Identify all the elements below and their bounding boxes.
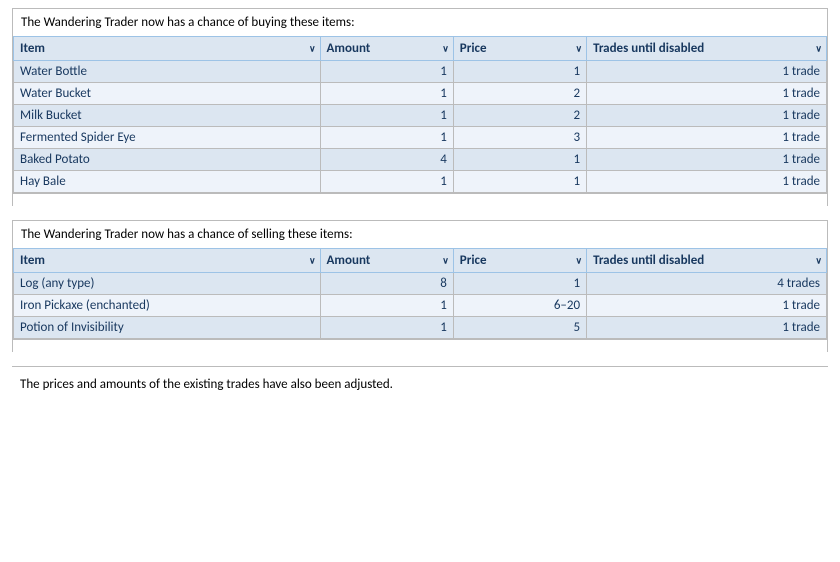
buying-table-row: Fermented Spider Eye 1 3 1 trade: [14, 127, 827, 149]
buying-item-cell: Hay Bale: [14, 171, 321, 193]
selling-item-cell: Potion of Invisibility: [14, 317, 321, 339]
selling-table: Item ∨ Amount ∨ Price ∨ Trades until d: [13, 248, 827, 339]
buying-col-price-label: Price: [460, 41, 487, 56]
selling-trades-cell: 1 trade: [587, 317, 827, 339]
selling-amount-cell: 8: [320, 273, 453, 295]
buying-item-cell: Fermented Spider Eye: [14, 127, 321, 149]
selling-col-price-label: Price: [460, 253, 487, 268]
buying-col-trades-sort-icon[interactable]: ∨: [815, 43, 822, 54]
buying-price-cell: 3: [453, 127, 586, 149]
selling-col-amount-sort-icon[interactable]: ∨: [442, 255, 449, 266]
buying-item-cell: Baked Potato: [14, 149, 321, 171]
buying-table-row: Water Bucket 1 2 1 trade: [14, 83, 827, 105]
buying-col-item-label: Item: [20, 41, 45, 56]
selling-trades-cell: 4 trades: [587, 273, 827, 295]
selling-col-trades-sort-icon[interactable]: ∨: [815, 255, 822, 266]
buying-amount-cell: 1: [320, 83, 453, 105]
buying-price-cell: 2: [453, 83, 586, 105]
buying-price-cell: 1: [453, 171, 586, 193]
selling-col-item[interactable]: Item ∨: [14, 249, 321, 273]
buying-col-amount-sort-icon[interactable]: ∨: [442, 43, 449, 54]
buying-table-row: Hay Bale 1 1 1 trade: [14, 171, 827, 193]
buying-col-price[interactable]: Price ∨: [453, 37, 586, 61]
selling-section-header: The Wandering Trader now has a chance of…: [12, 220, 828, 248]
selling-table-row: Iron Pickaxe (enchanted) 1 6–20 1 trade: [14, 295, 827, 317]
buying-amount-cell: 1: [320, 61, 453, 83]
buying-col-trades-label: Trades until disabled: [593, 41, 704, 56]
buying-col-price-sort-icon[interactable]: ∨: [575, 43, 582, 54]
buying-table-row: Water Bottle 1 1 1 trade: [14, 61, 827, 83]
buying-amount-cell: 1: [320, 105, 453, 127]
selling-col-price-sort-icon[interactable]: ∨: [575, 255, 582, 266]
buying-item-cell: Milk Bucket: [14, 105, 321, 127]
selling-item-cell: Log (any type): [14, 273, 321, 295]
buying-price-cell: 2: [453, 105, 586, 127]
buying-amount-cell: 4: [320, 149, 453, 171]
buying-trades-cell: 1 trade: [587, 149, 827, 171]
buying-price-cell: 1: [453, 149, 586, 171]
buying-trades-cell: 1 trade: [587, 83, 827, 105]
buying-amount-cell: 1: [320, 127, 453, 149]
selling-col-trades-label: Trades until disabled: [593, 253, 704, 268]
selling-col-item-sort-icon[interactable]: ∨: [309, 255, 316, 266]
buying-item-cell: Water Bucket: [14, 83, 321, 105]
buying-trades-cell: 1 trade: [587, 105, 827, 127]
buying-table: Item ∨ Amount ∨ Price ∨ Trades until d: [13, 36, 827, 193]
buying-amount-cell: 1: [320, 171, 453, 193]
selling-price-cell: 6–20: [453, 295, 586, 317]
selling-col-amount[interactable]: Amount ∨: [320, 249, 453, 273]
selling-col-amount-label: Amount: [327, 253, 371, 268]
selling-price-cell: 5: [453, 317, 586, 339]
buying-price-cell: 1: [453, 61, 586, 83]
buying-col-trades[interactable]: Trades until disabled ∨: [587, 37, 827, 61]
buying-table-row: Milk Bucket 1 2 1 trade: [14, 105, 827, 127]
selling-col-price[interactable]: Price ∨: [453, 249, 586, 273]
selling-col-trades[interactable]: Trades until disabled ∨: [587, 249, 827, 273]
buying-col-amount-label: Amount: [327, 41, 371, 56]
selling-trades-cell: 1 trade: [587, 295, 827, 317]
buying-col-item[interactable]: Item ∨: [14, 37, 321, 61]
buying-section-header: The Wandering Trader now has a chance of…: [12, 8, 828, 36]
selling-table-row: Log (any type) 8 1 4 trades: [14, 273, 827, 295]
selling-price-cell: 1: [453, 273, 586, 295]
buying-col-amount[interactable]: Amount ∨: [320, 37, 453, 61]
buying-table-row: Baked Potato 4 1 1 trade: [14, 149, 827, 171]
selling-col-item-label: Item: [20, 253, 45, 268]
buying-trades-cell: 1 trade: [587, 61, 827, 83]
selling-table-row: Potion of Invisibility 1 5 1 trade: [14, 317, 827, 339]
selling-amount-cell: 1: [320, 295, 453, 317]
buying-col-item-sort-icon[interactable]: ∨: [309, 43, 316, 54]
selling-item-cell: Iron Pickaxe (enchanted): [14, 295, 321, 317]
selling-amount-cell: 1: [320, 317, 453, 339]
footer-text: The prices and amounts of the existing t…: [12, 366, 828, 398]
buying-trades-cell: 1 trade: [587, 171, 827, 193]
buying-trades-cell: 1 trade: [587, 127, 827, 149]
buying-item-cell: Water Bottle: [14, 61, 321, 83]
